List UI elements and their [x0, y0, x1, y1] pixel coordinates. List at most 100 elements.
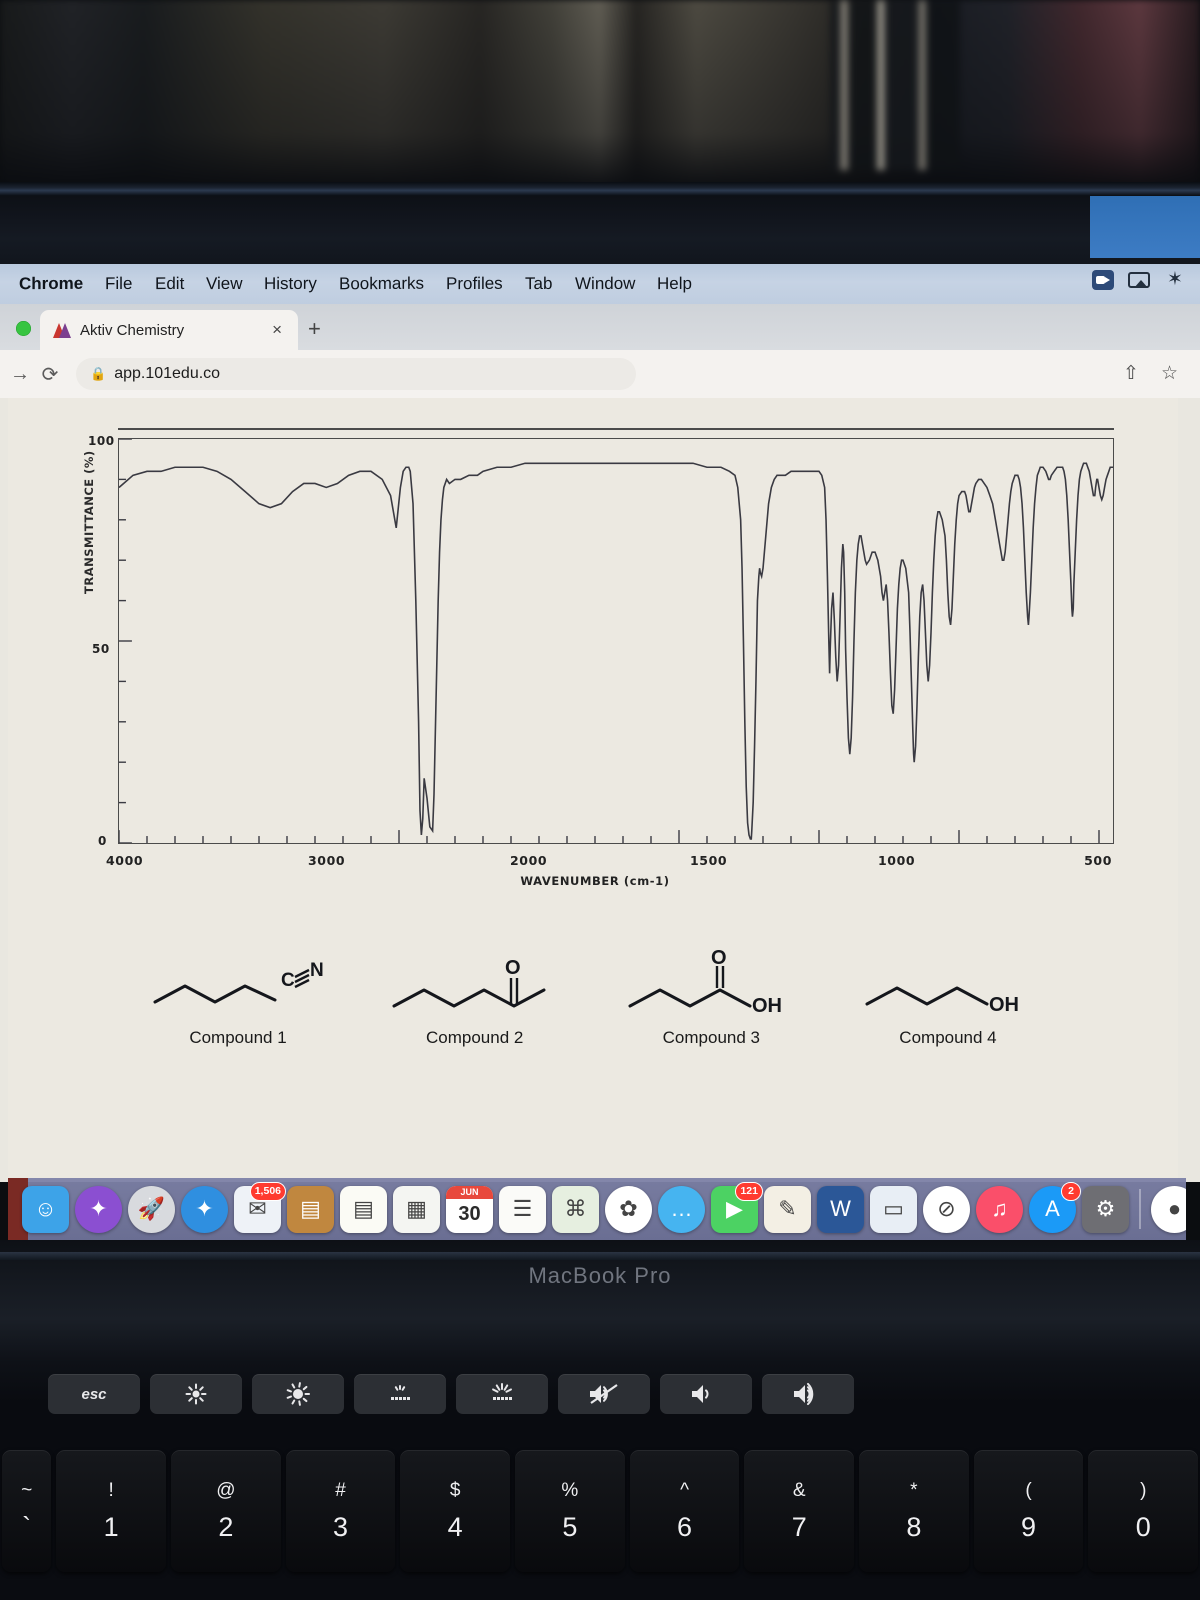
numbers-icon: ▦	[406, 1196, 427, 1221]
finder-icon: ☺	[34, 1196, 57, 1221]
dock-icon-launchpad[interactable]: 🚀	[128, 1185, 175, 1233]
dock-icon-photos[interactable]: ✿	[605, 1185, 652, 1233]
compound-option-2[interactable]: O Compound 2	[365, 950, 585, 1100]
menu-item-window[interactable]: Window	[564, 274, 646, 295]
ir-spectrum-figure: TRANSMITTANCE (%) 100 50 0 4000 3000 200…	[70, 414, 1120, 924]
key-0[interactable]: ) 0	[1088, 1450, 1199, 1572]
bluetooth-icon[interactable]: ✶	[1164, 270, 1186, 290]
macos-menu-bar[interactable]: Chrome File Edit View History Bookmarks …	[0, 264, 1200, 304]
key-4[interactable]: $4	[400, 1450, 511, 1572]
key-3[interactable]: #3	[285, 1450, 396, 1572]
keyboard-light-low-icon	[391, 1385, 410, 1400]
laptop-screen: Chrome File Edit View History Bookmarks …	[0, 196, 1200, 1182]
y-axis-label: TRANSMITTANCE (%)	[82, 450, 96, 594]
dock-icon-reminders[interactable]: ☰	[499, 1185, 546, 1233]
dock-icon-safari[interactable]: ✦	[181, 1185, 228, 1233]
share-icon[interactable]: ⇧	[1123, 362, 1139, 385]
key-number: 0	[1135, 1511, 1151, 1542]
key-symbol: @	[216, 1479, 236, 1501]
menu-item-tab[interactable]: Tab	[514, 274, 563, 294]
dock-icon-pages[interactable]: ✎	[764, 1185, 811, 1233]
dock-icon-finder[interactable]: ☺	[22, 1185, 69, 1233]
window-zoom-button[interactable]	[16, 321, 31, 336]
dock-icon-maps[interactable]: ⌘	[552, 1185, 599, 1233]
dock-icon-facetime[interactable]: ▶ 121	[711, 1181, 763, 1233]
dock-separator	[1139, 1189, 1141, 1229]
key-symbol: )	[1140, 1479, 1147, 1501]
menu-item-history[interactable]: History	[253, 274, 328, 294]
keyboard-number-row[interactable]: ~ `! 1 @2 #3 $4% 5 ^ 6 & 7 * 8(9) 0	[0, 1432, 1200, 1600]
compound-option-1[interactable]: C N Compound 1	[128, 950, 348, 1100]
keyboard-backlight-up-key[interactable]	[456, 1374, 548, 1414]
menu-item-profiles[interactable]: Profiles	[435, 274, 514, 294]
close-icon[interactable]: ×	[266, 320, 288, 340]
key-8[interactable]: * 8	[859, 1450, 969, 1572]
key-6[interactable]: ^ 6	[629, 1450, 740, 1572]
room-reflection-background	[0, 0, 1200, 190]
spectrum-curve	[119, 439, 1113, 843]
acid-carbonyl-text: O	[711, 950, 727, 969]
menu-item-view[interactable]: View	[195, 274, 254, 294]
acid-hydroxyl-text: OH	[752, 995, 782, 1017]
key-5[interactable]: % 5	[515, 1450, 625, 1572]
menu-item-help[interactable]: Help	[646, 274, 703, 294]
keyboard-backlight-down-key[interactable]	[354, 1374, 446, 1414]
key-number: `	[22, 1511, 32, 1542]
zoom-video-icon[interactable]	[1092, 270, 1114, 290]
dock-icon-mail[interactable]: ✉ 1,506	[234, 1181, 286, 1233]
menu-bar-status-icons: ✶	[1092, 270, 1186, 290]
key-`[interactable]: ~ `	[2, 1450, 52, 1572]
dock-icon-messages[interactable]: …	[658, 1185, 705, 1233]
key-9[interactable]: (9	[973, 1450, 1084, 1572]
y-tick-0: 0	[98, 834, 107, 848]
dock-icon-app-store[interactable]: A2	[1029, 1181, 1081, 1233]
key-7[interactable]: & 7	[744, 1450, 855, 1572]
mute-key[interactable]	[558, 1374, 650, 1414]
menu-item-edit[interactable]: Edit	[144, 274, 195, 294]
menu-item-file[interactable]: File	[94, 274, 143, 294]
browser-toolbar: → ⟳ 🔒 app.101edu.co ⇧ ☆	[0, 350, 1200, 398]
alcohol-hydroxyl-text: OH	[989, 994, 1019, 1016]
safari-icon: ✦	[195, 1196, 214, 1221]
plot-area	[118, 438, 1114, 844]
dock-icon-system-preferences[interactable]: ⚙	[1082, 1185, 1129, 1233]
bookmark-star-icon[interactable]: ☆	[1161, 362, 1178, 385]
key-2[interactable]: @2	[171, 1450, 281, 1572]
x-axis-label: WAVENUMBER (cm-1)	[520, 874, 670, 888]
screen-bezel-top	[0, 182, 1200, 196]
airplay-icon[interactable]	[1128, 272, 1150, 288]
reload-icon[interactable]: ⟳	[34, 362, 66, 387]
calendar-month-label: JUN	[446, 1185, 493, 1199]
menu-item-chrome[interactable]: Chrome	[8, 274, 94, 295]
key-symbol: $	[449, 1479, 461, 1501]
function-key-row[interactable]: esc	[48, 1372, 878, 1416]
key-1[interactable]: ! 1	[56, 1450, 167, 1572]
dock-icon-notes[interactable]: ▤	[340, 1185, 387, 1233]
browser-tab-aktiv-chemistry[interactable]: Aktiv Chemistry ×	[40, 310, 298, 350]
dock-icon-contacts[interactable]: ▤	[287, 1185, 334, 1233]
brightness-up-key[interactable]	[252, 1374, 344, 1414]
key-symbol: ~	[21, 1479, 33, 1501]
dock-icon-news[interactable]: ⊘	[923, 1185, 970, 1233]
dock-icon-calendar[interactable]: JUN 30	[446, 1185, 493, 1233]
compound-option-3[interactable]: O OH Compound 3	[601, 950, 821, 1100]
mail-badge: 1,506	[249, 1181, 286, 1201]
dock-icon-word[interactable]: W	[817, 1185, 864, 1233]
dock-icon-keynote[interactable]: ▭	[870, 1185, 917, 1233]
address-bar[interactable]: 🔒 app.101edu.co	[76, 358, 636, 390]
compound-option-4[interactable]: OH Compound 4	[838, 950, 1058, 1100]
macos-dock[interactable]: ☺ ✦ 🚀 ✦ ✉ 1,506 ▤ ▤ ▦ JUN 30 ☰ ⌘ ✿ … ▶ 121 ✎ W ▭ ⊘ ♫ A 2 ⚙ ●	[8, 1178, 1186, 1240]
menu-item-bookmarks[interactable]: Bookmarks	[328, 274, 435, 295]
volume-up-key[interactable]	[762, 1374, 854, 1414]
system-preferences-icon: ⚙	[1095, 1196, 1116, 1221]
new-tab-button[interactable]: +	[308, 318, 321, 340]
dock-icon-chrome[interactable]: ●	[1151, 1185, 1186, 1233]
forward-arrow-icon[interactable]: →	[6, 363, 34, 386]
volume-down-key[interactable]	[660, 1374, 752, 1414]
dock-icon-music[interactable]: ♫	[976, 1185, 1023, 1233]
brightness-down-key[interactable]	[150, 1374, 242, 1414]
esc-key[interactable]: esc	[48, 1374, 140, 1414]
dock-icon-numbers[interactable]: ▦	[393, 1185, 440, 1233]
key-number: 2	[218, 1511, 234, 1542]
dock-icon-siri[interactable]: ✦	[75, 1185, 122, 1233]
